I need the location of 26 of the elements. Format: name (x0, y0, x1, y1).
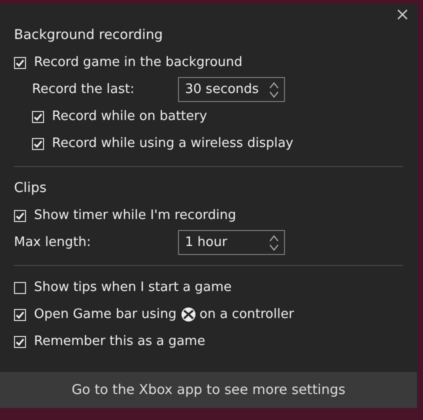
xbox-app-link[interactable]: Go to the Xbox app to see more settings (0, 372, 417, 408)
checkbox-label: Open Game bar using (34, 307, 176, 322)
section-title: Clips (14, 179, 48, 198)
spin-selector[interactable]: 30 seconds (178, 77, 285, 102)
checkbox-label: Record game in the background (34, 55, 242, 70)
checkbox[interactable] (32, 138, 44, 150)
checkbox-label: Record while using a wireless display (52, 136, 294, 151)
up-down-arrows-icon (269, 234, 279, 252)
checkbox[interactable] (32, 110, 44, 122)
checkbox[interactable] (14, 336, 26, 348)
section-title: Background recording (14, 26, 164, 45)
checkbox-label: Remember this as a game (34, 334, 206, 349)
checkbox-label: Record while on battery (52, 109, 208, 124)
up-down-arrows-icon (269, 80, 279, 98)
spin-selector[interactable]: 1 hour (178, 230, 285, 255)
checkbox[interactable] (14, 56, 26, 68)
checkbox-label: Show timer while I'm recording (34, 208, 236, 223)
checkbox-label: Show tips when I start a game (34, 280, 232, 295)
checkbox[interactable] (14, 282, 26, 294)
checkbox[interactable] (14, 308, 26, 320)
setting-label: Record the last: (32, 82, 136, 97)
xbox-logo-icon (180, 307, 196, 322)
checkbox-label: on a controller (200, 307, 294, 322)
close-icon[interactable] (397, 9, 408, 20)
checkbox[interactable] (14, 210, 26, 222)
setting-label: Max length: (14, 235, 92, 250)
